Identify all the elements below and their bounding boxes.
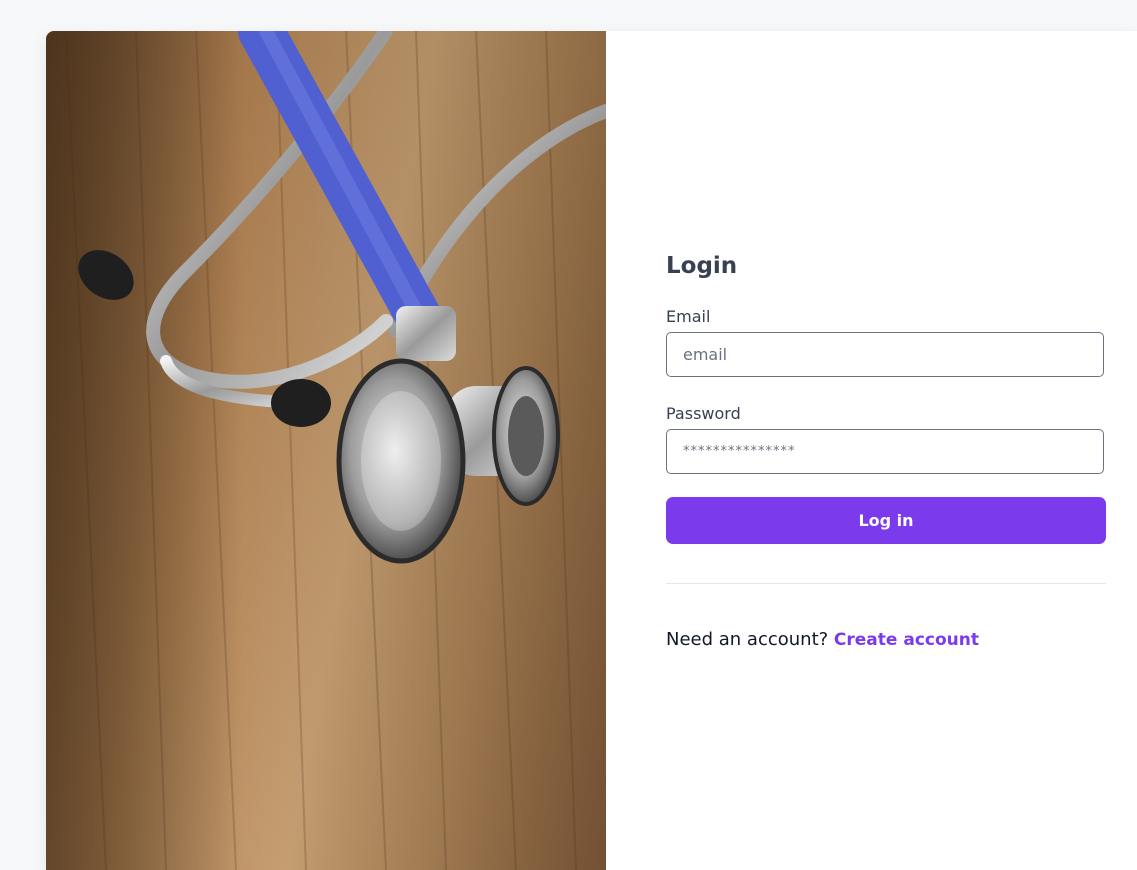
signup-prompt-text: Need an account?	[666, 629, 829, 650]
stethoscope-photo	[46, 31, 606, 870]
password-label: Password	[666, 404, 741, 423]
email-input[interactable]	[666, 332, 1104, 377]
login-button[interactable]: Log in	[666, 497, 1106, 544]
stethoscope-icon	[46, 31, 606, 870]
password-input[interactable]	[666, 429, 1104, 474]
divider	[666, 583, 1106, 584]
create-account-link[interactable]: Create account	[834, 630, 979, 650]
login-form: Login Email Password Log in Need an acco…	[666, 31, 1106, 870]
page-title: Login	[666, 253, 738, 279]
login-card: Login Email Password Log in Need an acco…	[46, 31, 1137, 870]
signup-prompt: Need an account? Create account	[666, 629, 979, 650]
email-label: Email	[666, 307, 711, 326]
